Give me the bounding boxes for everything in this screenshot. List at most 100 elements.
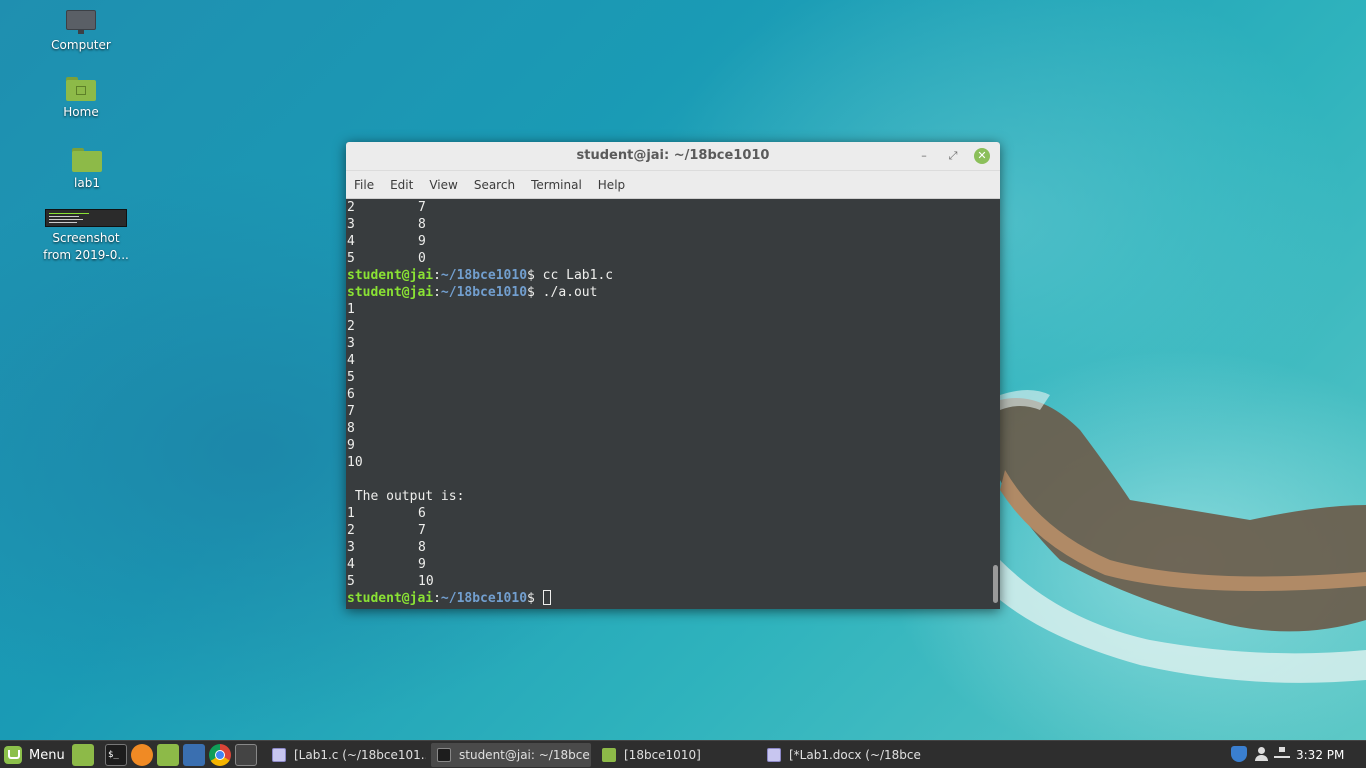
- row-value: 10: [418, 574, 434, 589]
- input-value: 8: [347, 421, 355, 436]
- menu-search[interactable]: Search: [474, 178, 515, 192]
- document-icon: [272, 748, 286, 762]
- document-icon: [767, 748, 781, 762]
- show-desktop-icon[interactable]: [72, 744, 94, 766]
- menu-help[interactable]: Help: [598, 178, 625, 192]
- input-value: 5: [347, 370, 355, 385]
- row-index: 2: [347, 200, 355, 215]
- chrome-icon[interactable]: [209, 744, 231, 766]
- shield-icon[interactable]: [1231, 746, 1247, 762]
- files-icon[interactable]: [157, 744, 179, 766]
- prompt-user: student@jai: [347, 591, 434, 606]
- menu-terminal[interactable]: Terminal: [531, 178, 582, 192]
- camera-icon[interactable]: [183, 744, 205, 766]
- prompt-user: student@jai: [347, 268, 434, 283]
- desktop-icon-lab1[interactable]: lab1: [42, 148, 132, 192]
- terminal-row: 50: [347, 250, 992, 267]
- terminal-icon: [437, 748, 451, 762]
- taskbar-task-folder[interactable]: [18bce1010]: [596, 743, 756, 767]
- menu-label: Menu: [29, 747, 65, 763]
- terminal-command-line: student@jai:~/18bce1010$ cc Lab1.c: [347, 267, 992, 284]
- desktop-icon-label: Home: [63, 105, 99, 119]
- command-text: cc Lab1.c: [542, 268, 614, 283]
- row-value: 8: [418, 217, 426, 232]
- terminal-input-line: 6: [347, 386, 992, 403]
- terminal-input-line: 1: [347, 301, 992, 318]
- prompt-path: ~/18bce1010: [440, 268, 528, 283]
- input-value: 3: [347, 336, 355, 351]
- prompt-separator: :: [433, 591, 441, 606]
- input-value: 6: [347, 387, 355, 402]
- taskbar: Menu $_ [Lab1.c (~/18bce101... student@j…: [0, 740, 1366, 768]
- input-value: 10: [347, 455, 363, 470]
- menu-button[interactable]: Menu: [4, 744, 65, 766]
- screenshot-thumbnail-icon: [45, 209, 127, 227]
- calculator-icon[interactable]: [235, 744, 257, 766]
- terminal-window[interactable]: student@jai: ~/18bce1010 – ⤢ ✕ File Edit…: [346, 142, 1000, 609]
- linux-mint-icon: [4, 746, 22, 764]
- maximize-button[interactable]: ⤢: [945, 148, 961, 164]
- terminal-input-line: 8: [347, 420, 992, 437]
- terminal-row: 38: [347, 216, 992, 233]
- task-label: student@jai: ~/18bce...: [459, 748, 591, 762]
- terminal-scrollbar[interactable]: [992, 199, 1000, 609]
- terminal-input-line: 7: [347, 403, 992, 420]
- taskbar-task-lab1-docx[interactable]: [*Lab1.docx (~/18bce...: [761, 743, 921, 767]
- row-value: 7: [418, 523, 426, 538]
- row-value: 9: [418, 557, 426, 572]
- window-titlebar[interactable]: student@jai: ~/18bce1010 – ⤢ ✕: [346, 142, 1000, 171]
- taskbar-task-lab1-c[interactable]: [Lab1.c (~/18bce101...: [266, 743, 426, 767]
- row-index: 3: [347, 540, 355, 555]
- output-heading: The output is:: [347, 489, 465, 504]
- network-icon[interactable]: [1274, 746, 1290, 762]
- terminal-launcher-icon[interactable]: $_: [105, 744, 127, 766]
- prompt-symbol: $: [527, 591, 543, 606]
- terminal-command-line: student@jai:~/18bce1010$ ./a.out: [347, 284, 992, 301]
- prompt-path: ~/18bce1010: [440, 591, 528, 606]
- desktop-icon-label: Screenshot from 2019-0...: [43, 231, 129, 262]
- menu-view[interactable]: View: [429, 178, 457, 192]
- row-index: 4: [347, 234, 355, 249]
- terminal-output[interactable]: 2 7 3 8 4 9 5 0 student@jai:~/18bce1010$ cc Lab1…: [346, 199, 992, 609]
- close-button[interactable]: ✕: [974, 148, 990, 164]
- terminal-row: 27: [347, 199, 992, 216]
- task-label: [*Lab1.docx (~/18bce...: [789, 748, 921, 762]
- terminal-row: 49: [347, 556, 992, 573]
- row-index: 1: [347, 506, 355, 521]
- terminal-prompt-line: student@jai:~/18bce1010$: [347, 590, 992, 607]
- scrollbar-thumb[interactable]: [993, 565, 998, 603]
- terminal-input-line: 2: [347, 318, 992, 335]
- row-value: 7: [418, 200, 426, 215]
- prompt-symbol: $: [527, 268, 543, 283]
- prompt-user: student@jai: [347, 285, 434, 300]
- desktop-icon-computer[interactable]: Computer: [36, 10, 126, 54]
- clock[interactable]: 3:32 PM: [1296, 744, 1344, 766]
- folder-icon: [602, 748, 616, 762]
- menu-bar: File Edit View Search Terminal Help: [346, 171, 1000, 199]
- task-label: [18bce1010]: [624, 748, 701, 762]
- input-value: 4: [347, 353, 355, 368]
- taskbar-task-terminal[interactable]: student@jai: ~/18bce...: [431, 743, 591, 767]
- firefox-icon[interactable]: [131, 744, 153, 766]
- prompt-separator: :: [433, 268, 441, 283]
- terminal-input-line: 10: [347, 454, 992, 471]
- terminal-row: 38: [347, 539, 992, 556]
- task-label: [Lab1.c (~/18bce101...: [294, 748, 426, 762]
- desktop-icon-screenshot[interactable]: Screenshot from 2019-0...: [41, 209, 131, 264]
- menu-edit[interactable]: Edit: [390, 178, 413, 192]
- input-value: 7: [347, 404, 355, 419]
- monitor-icon: [66, 10, 96, 34]
- menu-file[interactable]: File: [354, 178, 374, 192]
- row-index: 2: [347, 523, 355, 538]
- prompt-symbol: $: [527, 285, 543, 300]
- prompt-separator: :: [433, 285, 441, 300]
- desktop-icon-home[interactable]: Home: [36, 77, 126, 121]
- window-title: student@jai: ~/18bce1010: [576, 148, 770, 163]
- users-icon[interactable]: [1254, 746, 1270, 762]
- desktop-icon-label: lab1: [74, 176, 100, 190]
- input-value: 9: [347, 438, 355, 453]
- row-index: 5: [347, 574, 355, 589]
- command-text: ./a.out: [542, 285, 598, 300]
- minimize-button[interactable]: –: [916, 148, 932, 164]
